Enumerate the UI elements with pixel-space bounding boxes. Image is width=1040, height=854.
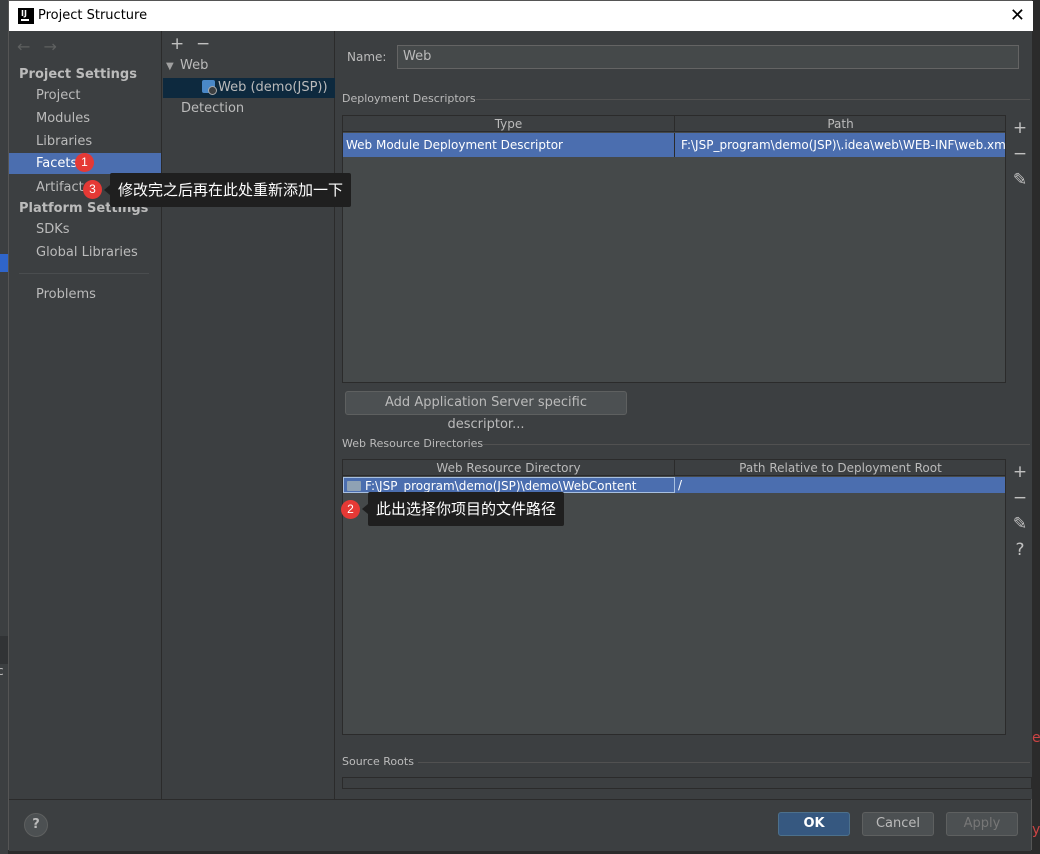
window-title: Project Structure [38, 8, 148, 23]
group-divider [418, 762, 1030, 763]
name-field[interactable]: Web [397, 45, 1019, 69]
remove-icon[interactable]: − [1009, 485, 1031, 511]
tree-node-web-facet[interactable]: Web (demo(JSP)) [163, 78, 335, 98]
help-button[interactable]: ? [24, 813, 48, 837]
tree-node-detection[interactable]: Detection [181, 99, 244, 119]
intellij-icon: IJ [18, 8, 34, 24]
name-label: Name: [347, 50, 387, 64]
web-resource-directories-title: Web Resource Directories [342, 437, 484, 450]
column-header-type[interactable]: Type [343, 116, 675, 132]
settings-nav: ← → Project Settings Project Modules Lib… [9, 31, 162, 799]
nav-item-global-libraries[interactable]: Global Libraries [9, 242, 161, 263]
project-structure-dialog: IJ Project Structure ✕ ← → Project Setti… [8, 0, 1033, 851]
cancel-button[interactable]: Cancel [862, 812, 934, 836]
annotation-callout-3: 修改完之后再在此处重新添加一下 [103, 173, 352, 207]
column-header-path[interactable]: Path [675, 116, 1005, 132]
title-bar: IJ Project Structure ✕ [9, 1, 1033, 31]
resources-toolbar: + − ✎ ? [1009, 459, 1031, 563]
annotation-badge-2: 2 [341, 500, 360, 519]
tree-node-label: Web (demo(JSP)) [218, 80, 328, 95]
resource-directory-cell: F:\JSP_program\demo(JSP)\demo\WebContent [343, 477, 675, 493]
forward-arrow-icon[interactable]: → [44, 37, 57, 56]
facets-tree: + − ▼ Web Web (demo(JSP)) Detection [163, 31, 335, 799]
ok-button[interactable]: OK [778, 812, 850, 836]
facet-settings-panel: Name: Web Deployment Descriptors Type Pa… [336, 31, 1032, 799]
add-icon[interactable]: + [1009, 459, 1031, 485]
deployment-descriptors-table: Type Path Web Module Deployment Descript… [342, 115, 1006, 383]
table-row[interactable]: F:\JSP_program\demo(JSP)\demo\WebContent… [343, 477, 1005, 493]
column-header-directory[interactable]: Web Resource Directory [343, 460, 675, 476]
nav-divider [19, 273, 149, 274]
source-roots-list [342, 777, 1032, 789]
edit-icon[interactable]: ✎ [1009, 511, 1031, 537]
apply-button[interactable]: Apply [946, 812, 1018, 836]
nav-item-project[interactable]: Project [9, 85, 161, 106]
nav-item-libraries[interactable]: Libraries [9, 131, 161, 152]
background-error-mark: y [1032, 822, 1040, 838]
annotation-badge-3: 3 [83, 180, 102, 199]
add-facet-icon[interactable]: + [170, 34, 184, 54]
annotation-badge-1: 1 [75, 153, 94, 172]
background-text: c [0, 664, 4, 678]
source-roots-title: Source Roots [342, 755, 414, 768]
deployment-descriptors-title: Deployment Descriptors [342, 92, 476, 105]
resource-directory-path: F:\JSP_program\demo(JSP)\demo\WebContent [365, 479, 637, 493]
remove-facet-icon[interactable]: − [196, 34, 210, 54]
background-selection [0, 254, 8, 272]
table-header: Type Path [343, 116, 1005, 132]
table-header: Web Resource Directory Path Relative to … [343, 460, 1005, 476]
background-error-mark: e [1032, 730, 1040, 746]
edit-icon[interactable]: ✎ [1009, 167, 1031, 193]
nav-item-sdks[interactable]: SDKs [9, 219, 161, 240]
annotation-callout-2: 此出选择你项目的文件路径 [361, 492, 565, 526]
relative-path-cell: / [675, 477, 1005, 493]
folder-icon [347, 481, 361, 491]
nav-item-problems[interactable]: Problems [9, 284, 161, 305]
add-server-descriptor-button[interactable]: Add Application Server specific descript… [345, 391, 627, 432]
remove-icon[interactable]: − [1009, 141, 1031, 167]
history-arrows: ← → [17, 37, 65, 56]
background-ide-left: c [0, 0, 8, 854]
background-ide-right: e y [1032, 0, 1040, 854]
dialog-button-bar: ? OK Cancel Apply [9, 799, 1031, 851]
close-icon[interactable]: ✕ [1010, 5, 1025, 26]
expand-caret-icon[interactable]: ▼ [166, 57, 180, 77]
descriptor-path-cell: F:\JSP_program\demo(JSP)\.idea\web\WEB-I… [675, 133, 1005, 157]
project-settings-header: Project Settings [19, 67, 137, 82]
web-facet-icon [202, 80, 217, 95]
help-icon[interactable]: ? [1009, 537, 1031, 563]
group-divider [476, 99, 1030, 100]
tree-node-label: Web [180, 58, 209, 73]
back-arrow-icon[interactable]: ← [17, 37, 30, 56]
column-header-relative-path[interactable]: Path Relative to Deployment Root [675, 460, 1005, 476]
nav-item-modules[interactable]: Modules [9, 108, 161, 129]
descriptor-type-cell: Web Module Deployment Descriptor [343, 133, 675, 157]
table-row[interactable]: Web Module Deployment Descriptor F:\JSP_… [343, 133, 1005, 157]
group-divider [482, 444, 1030, 445]
add-icon[interactable]: + [1009, 115, 1031, 141]
deployment-toolbar: + − ✎ [1009, 115, 1031, 193]
tree-node-web[interactable]: ▼ Web [166, 56, 208, 76]
background-panel [0, 636, 8, 664]
